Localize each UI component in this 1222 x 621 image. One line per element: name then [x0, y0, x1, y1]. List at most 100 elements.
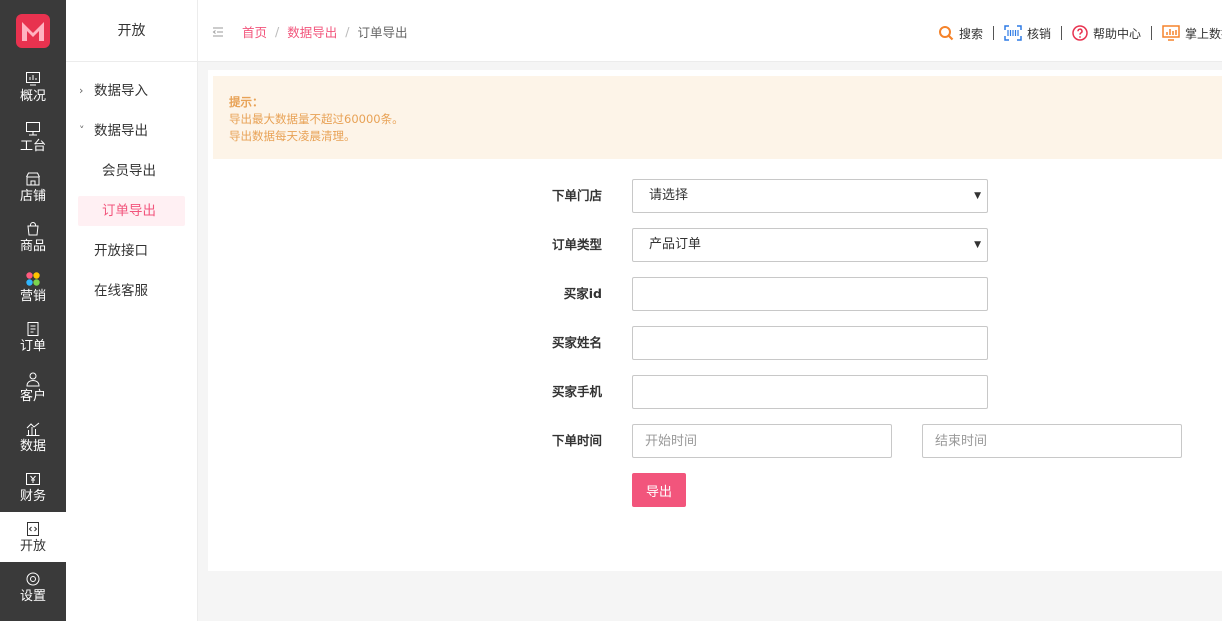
rail-item-open[interactable]: 开放	[0, 512, 66, 562]
breadcrumb-current: 订单导出	[357, 25, 408, 40]
start-time-input[interactable]	[632, 424, 892, 458]
rail-item-data[interactable]: 数据	[0, 412, 66, 462]
sidebar-item-label: 会员导出	[102, 163, 156, 179]
rail-item-customers[interactable]: 客户	[0, 362, 66, 412]
code-doc-icon	[27, 521, 39, 536]
bar-chart-icon	[26, 422, 40, 436]
help-icon	[1072, 25, 1088, 41]
rail-label: 订单	[19, 338, 46, 354]
verify-tool-label: 核销	[1027, 26, 1052, 41]
rail-label: 店铺	[19, 188, 46, 204]
shopping-bag-icon	[27, 221, 39, 235]
buyer-id-input[interactable]	[632, 277, 988, 311]
search-tool-label: 搜索	[959, 26, 984, 41]
rail-label: 数据	[19, 438, 46, 454]
form-row-buyer-name: 买家姓名	[208, 326, 1222, 360]
header-tools: 搜索 核销 帮助中心 掌上数据	[938, 24, 1222, 42]
order-time-label: 下单时间	[551, 433, 602, 448]
buyer-name-label: 买家姓名	[551, 335, 602, 350]
form-row-buyer-id: 买家id	[208, 277, 1222, 311]
rail-label: 工台	[19, 138, 46, 154]
buyer-name-input[interactable]	[632, 326, 988, 360]
user-icon	[26, 372, 40, 386]
sidebar-item-label: 数据导出	[94, 123, 148, 139]
order-type-label: 订单类型	[551, 237, 602, 252]
rail-item-store[interactable]: 店铺	[0, 162, 66, 212]
buyer-phone-input[interactable]	[632, 375, 988, 409]
notice-title: 提示：	[229, 95, 264, 109]
store-select-value: 请选择	[649, 188, 689, 203]
sidebar-item-open-api[interactable]: 开放接口	[66, 231, 197, 271]
sidebar-item-order-export[interactable]: 订单导出	[66, 191, 197, 231]
tool-divider	[1061, 26, 1063, 40]
export-notice: 提示： 导出最大数据量不超过60000条。 导出数据每天凌晨清理。	[213, 76, 1222, 159]
store-select[interactable]: 请选择 ▼	[632, 179, 988, 213]
notice-line: 导出最大数据量不超过60000条。	[229, 112, 404, 126]
secondary-sidebar: 开放 › 数据导入 ˅ 数据导出 会员导出 订单导出 开放接口 在线客服	[66, 0, 198, 621]
search-tool[interactable]: 搜索	[938, 25, 983, 42]
gear-icon	[26, 572, 40, 585]
order-doc-icon	[27, 321, 39, 336]
buyer-phone-label: 买家手机	[551, 384, 602, 399]
verify-tool[interactable]: 核销	[1004, 25, 1051, 42]
breadcrumb-separator: /	[345, 24, 350, 39]
sidebar-item-label: 数据导入	[94, 83, 148, 99]
mobile-data-tool[interactable]: 掌上数据	[1162, 25, 1222, 42]
form-row-store: 下单门店 请选择 ▼	[208, 179, 1222, 213]
collapse-sidebar-icon[interactable]	[212, 26, 224, 38]
data-screen-icon	[1162, 25, 1180, 41]
sidebar-item-member-export[interactable]: 会员导出	[66, 151, 197, 191]
main-nav-rail: 概况 工台 店铺 商品 营销 订单 客户 数据 财务 开放 设置	[0, 0, 66, 621]
rail-label: 客户	[19, 388, 46, 404]
content-card: 提示： 导出最大数据量不超过60000条。 导出数据每天凌晨清理。 下单门店 请…	[208, 70, 1222, 571]
caret-down-icon: ▼	[974, 191, 981, 201]
marketing-dots-icon	[26, 271, 40, 286]
rail-item-overview[interactable]: 概况	[0, 62, 66, 112]
form-row-buyer-phone: 买家手机	[208, 375, 1222, 409]
sidebar-item-online-service[interactable]: 在线客服	[66, 271, 197, 311]
rail-label: 财务	[19, 488, 46, 504]
sidebar-title: 开放	[66, 0, 197, 62]
order-type-select-value: 产品订单	[649, 237, 702, 252]
sidebar-item-data-export[interactable]: ˅ 数据导出	[66, 111, 197, 151]
yen-icon	[26, 472, 40, 485]
help-tool[interactable]: 帮助中心	[1072, 25, 1141, 42]
sidebar-item-label: 订单导出	[102, 203, 156, 219]
rail-label: 营销	[19, 288, 46, 304]
order-type-select[interactable]: 产品订单 ▼	[632, 228, 988, 262]
sidebar-item-label: 在线客服	[94, 283, 148, 299]
rail-label: 开放	[19, 538, 46, 554]
mobile-data-tool-label: 掌上数据	[1185, 26, 1222, 41]
notice-line: 导出数据每天凌晨清理。	[229, 129, 356, 143]
form-row-order-time: 下单时间	[208, 424, 1222, 458]
scan-icon	[1004, 25, 1022, 41]
rail-item-settings[interactable]: 设置	[0, 562, 66, 612]
tool-divider	[1151, 26, 1153, 40]
sidebar-item-data-import[interactable]: › 数据导入	[66, 71, 197, 111]
brand-logo[interactable]	[0, 0, 66, 62]
search-icon	[939, 26, 954, 41]
breadcrumb: 首页 / 数据导出 / 订单导出	[212, 22, 407, 41]
chevron-down-icon: ˅	[79, 124, 85, 137]
export-button[interactable]: 导出	[632, 473, 686, 507]
rail-item-goods[interactable]: 商品	[0, 212, 66, 262]
end-time-input[interactable]	[922, 424, 1182, 458]
chevron-right-icon: ›	[79, 84, 84, 97]
rail-item-workbench[interactable]: 工台	[0, 112, 66, 162]
rail-item-finance[interactable]: 财务	[0, 462, 66, 512]
caret-down-icon: ▼	[974, 240, 981, 250]
top-header: 首页 / 数据导出 / 订单导出 搜索 核销 帮助中心 掌上数据	[198, 0, 1222, 62]
breadcrumb-data-export[interactable]: 数据导出	[287, 22, 337, 41]
desktop-icon	[26, 121, 40, 135]
rail-label: 概况	[19, 88, 46, 104]
rail-item-marketing[interactable]: 营销	[0, 262, 66, 312]
breadcrumb-home[interactable]: 首页	[242, 22, 267, 41]
rail-label: 设置	[19, 588, 46, 604]
tool-divider	[993, 26, 995, 40]
breadcrumb-separator: /	[275, 24, 280, 39]
rail-item-orders[interactable]: 订单	[0, 312, 66, 362]
store-icon	[26, 172, 40, 185]
monitor-chart-icon	[26, 71, 40, 85]
store-label: 下单门店	[551, 188, 602, 203]
buyer-id-label: 买家id	[563, 286, 602, 301]
